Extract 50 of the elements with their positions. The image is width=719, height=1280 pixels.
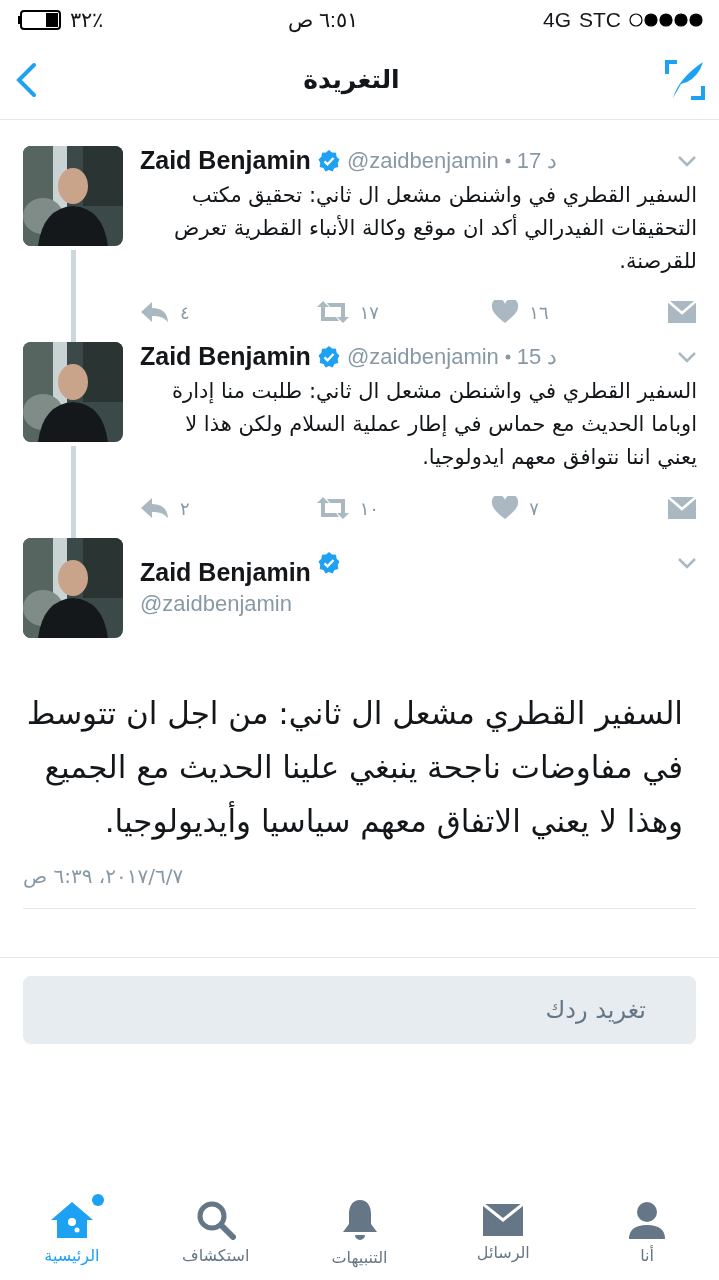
reply-icon[interactable] xyxy=(140,301,170,323)
heart-icon[interactable] xyxy=(491,496,520,520)
reply-icon[interactable] xyxy=(140,497,170,519)
tweet-time: 15 د xyxy=(516,343,558,370)
back-icon[interactable] xyxy=(14,61,38,98)
tab-bar-item[interactable]: الرئيسية xyxy=(0,1184,144,1280)
author-handle[interactable]: @zaidbenjamin xyxy=(140,591,292,617)
tweet-time: 17 د xyxy=(516,147,558,174)
like-count: ١٦ xyxy=(529,301,549,323)
carrier-name: STC xyxy=(579,8,621,32)
envelope-icon[interactable] xyxy=(666,300,697,324)
tab-bar-item[interactable]: استكشاف xyxy=(143,1184,288,1280)
network-type: 4G xyxy=(542,8,571,32)
chevron-down-icon[interactable] xyxy=(677,350,697,363)
like-count: ٧ xyxy=(529,497,539,519)
tweet-timestamp: ٢٠١٧/٦/٧، ٦:٣٩ ص xyxy=(23,864,185,888)
battery-percent: ٣٢٪ xyxy=(70,8,103,32)
compose-icon[interactable] xyxy=(665,59,705,100)
battery-icon xyxy=(18,10,62,30)
author-handle[interactable]: @zaidbenjamin xyxy=(346,343,499,370)
clock: ٦:٥١ ص xyxy=(288,8,358,32)
retweet-count: ١٠ xyxy=(359,497,379,519)
person-icon xyxy=(627,1199,668,1240)
separator-dot-icon xyxy=(504,157,511,164)
separator-dot-icon xyxy=(504,353,511,360)
author-name[interactable]: Zaid Benjamin xyxy=(140,146,311,175)
retweet-icon[interactable] xyxy=(315,300,350,324)
chevron-down-icon[interactable] xyxy=(677,154,697,167)
reply-field[interactable]: تغريد ردك xyxy=(23,976,696,1044)
reply-count: ٢ xyxy=(180,497,190,519)
author-name[interactable]: Zaid Benjamin xyxy=(140,558,311,587)
signal-icon xyxy=(629,13,703,27)
envelope-icon[interactable] xyxy=(666,496,697,520)
retweet-icon[interactable] xyxy=(315,496,350,520)
bell-icon xyxy=(341,1197,378,1242)
envelope-icon xyxy=(482,1202,525,1237)
reply-count: ٤ xyxy=(180,301,190,323)
retweet-count: ١٧ xyxy=(359,301,379,323)
tab-bar-item[interactable]: التنبيهات xyxy=(287,1184,432,1280)
heart-icon[interactable] xyxy=(491,300,520,324)
chevron-down-icon[interactable] xyxy=(677,556,697,569)
tweet-text: السفير القطري في واشنطن مشعل ال ثاني: تحقيق مكتب التحقيقات الفيدرالي أكد ان موقع وكالة الأنباء القطرية تعرض للقرصنة. xyxy=(173,182,697,275)
tab-bar-item[interactable]: الرسائل xyxy=(431,1184,576,1280)
tab-bar-item[interactable]: أنا xyxy=(575,1184,719,1280)
screen-title: التغريدة xyxy=(303,65,400,94)
author-name[interactable]: Zaid Benjamin xyxy=(140,342,311,371)
tweet-text: السفير القطري مشعل ال ثاني: من اجل ان تتوسط في مفاوضات ناجحة ينبغي علينا الحديث مع الجميع وهذا لا يعني الاتفاق معهم سياسيا وأيديولوجيا. xyxy=(25,694,683,842)
tweet-text: السفير القطري في واشنطن مشعل ال ثاني: طلبت منا إدارة اوباما الحديث مع حماس في إطار عملية السلام ولكن هذا لا يعني اننا نتوافق معهم ايدولوجيا. xyxy=(171,378,697,471)
author-handle[interactable]: @zaidbenjamin xyxy=(346,147,499,174)
search-icon xyxy=(195,1199,236,1240)
